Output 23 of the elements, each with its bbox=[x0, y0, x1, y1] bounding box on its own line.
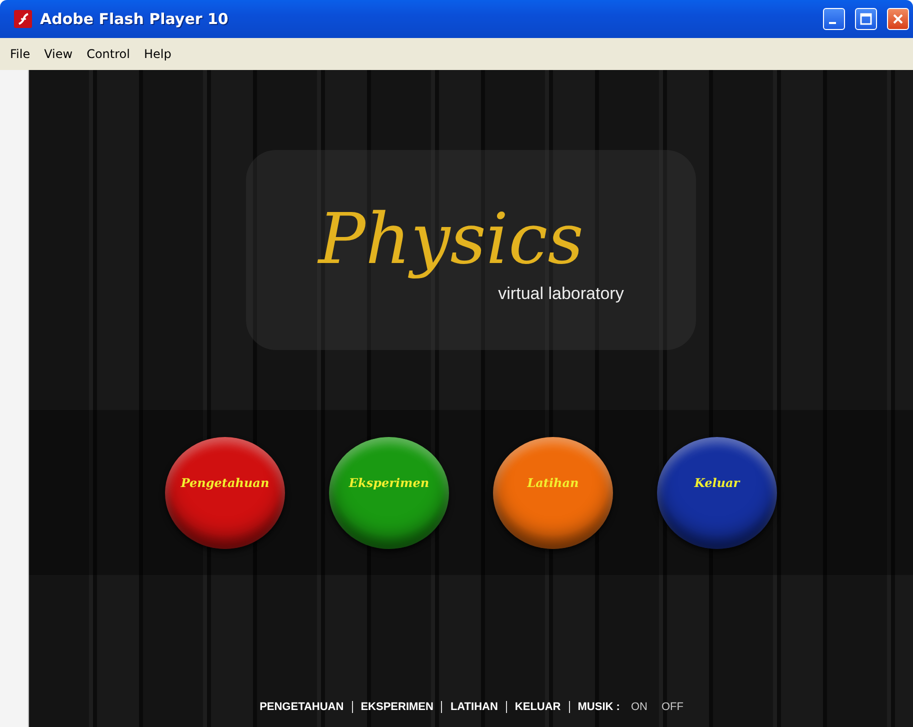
logo-subtitle: virtual laboratory bbox=[498, 284, 624, 304]
maximize-icon bbox=[860, 13, 872, 25]
nav-link[interactable]: KELUAR bbox=[506, 701, 570, 713]
window-title: Adobe Flash Player 10 bbox=[40, 10, 230, 28]
app-icon bbox=[14, 10, 32, 28]
nav-link[interactable]: PENGETAHUAN bbox=[252, 701, 353, 713]
music-label: MUSIK : bbox=[576, 701, 621, 713]
menu-item[interactable]: Control bbox=[86, 47, 130, 61]
music-option[interactable]: ON bbox=[624, 701, 654, 713]
minimize-icon bbox=[829, 22, 836, 24]
music-option[interactable]: OFF bbox=[654, 701, 690, 713]
nav-link[interactable]: EKSPERIMEN bbox=[352, 701, 442, 713]
round-button[interactable]: Pengetahuan bbox=[165, 436, 285, 548]
logo-title: Physics bbox=[318, 197, 584, 282]
menu-item[interactable]: File bbox=[10, 47, 30, 61]
close-icon bbox=[892, 13, 904, 25]
menu-item[interactable]: Help bbox=[144, 47, 172, 61]
close-button[interactable] bbox=[887, 8, 909, 30]
nav-link[interactable]: LATIHAN bbox=[442, 701, 507, 713]
maximize-button[interactable] bbox=[855, 8, 877, 30]
menu-item[interactable]: View bbox=[44, 47, 73, 61]
round-button[interactable]: Keluar bbox=[657, 436, 777, 548]
minimize-button[interactable] bbox=[823, 8, 845, 30]
